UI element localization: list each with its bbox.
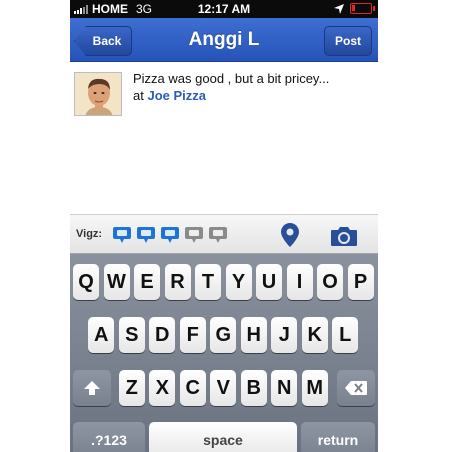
numbers-key[interactable]: .?123 (73, 422, 145, 452)
shift-arrow-icon (84, 381, 100, 395)
place-link[interactable]: Joe Pizza (147, 88, 206, 103)
post-message[interactable]: Pizza was good , but a bit pricey... at … (133, 70, 373, 104)
key-p[interactable]: P (347, 264, 374, 300)
key-x[interactable]: X (149, 370, 176, 406)
location-arrow-icon (334, 3, 344, 14)
key-f[interactable]: F (179, 317, 206, 353)
key-j[interactable]: J (271, 317, 298, 353)
user-photo-icon (75, 73, 121, 115)
key-w[interactable]: W (103, 264, 130, 300)
key-d[interactable]: D (149, 317, 176, 353)
at-label: at (133, 88, 144, 103)
keyboard: Q W E R T Y U I O P A S D F G H J K L Z X C V B N M .?123 space retu… (70, 254, 378, 452)
key-v[interactable]: V (210, 370, 237, 406)
rating-bubble-filled-icon[interactable] (160, 226, 180, 244)
status-bar: HOME 3G 12:17 AM (70, 0, 378, 18)
backspace-key[interactable] (337, 370, 375, 406)
status-time: 12:17 AM (197, 2, 251, 16)
avatar (74, 72, 122, 116)
accessory-toolbar: Vigz: (70, 214, 378, 254)
rating-bubble-filled-icon[interactable] (136, 226, 156, 244)
key-q[interactable]: Q (73, 264, 99, 300)
key-i[interactable]: I (286, 264, 313, 300)
key-k[interactable]: K (301, 317, 328, 353)
camera-icon[interactable] (330, 225, 358, 247)
vigz-label: Vigz: (76, 228, 103, 240)
key-u[interactable]: U (256, 264, 282, 300)
key-s[interactable]: S (118, 317, 145, 353)
phone-screen: HOME 3G 12:17 AM Back Anggi L Post Pizza… (70, 0, 378, 452)
shift-key[interactable] (73, 370, 111, 406)
post-button[interactable]: Post (324, 26, 372, 56)
rating-bubble-filled-icon[interactable] (112, 226, 132, 244)
key-c[interactable]: C (179, 370, 206, 406)
key-r[interactable]: R (164, 264, 191, 300)
map-pin-icon[interactable] (281, 223, 299, 247)
navigation-bar: Back Anggi L Post (70, 18, 378, 62)
battery-icon (350, 3, 375, 14)
rating-bubble-empty-icon[interactable] (208, 226, 228, 244)
post-text: Pizza was good , but a bit pricey... (133, 71, 330, 86)
return-key[interactable]: return (301, 422, 375, 452)
key-z[interactable]: Z (118, 370, 145, 406)
key-o[interactable]: O (317, 264, 343, 300)
key-l[interactable]: L (332, 317, 359, 353)
key-n[interactable]: N (271, 370, 298, 406)
key-a[interactable]: A (88, 317, 115, 353)
key-m[interactable]: M (301, 370, 328, 406)
key-e[interactable]: E (134, 264, 160, 300)
key-h[interactable]: H (240, 317, 267, 353)
backspace-icon (345, 381, 367, 395)
post-location: at Joe Pizza (133, 87, 373, 104)
key-b[interactable]: B (240, 370, 267, 406)
rating-bubble-empty-icon[interactable] (184, 226, 204, 244)
key-g[interactable]: G (210, 317, 237, 353)
key-y[interactable]: Y (225, 264, 252, 300)
key-t[interactable]: T (195, 264, 221, 300)
status-right (334, 3, 375, 14)
space-key[interactable]: space (149, 422, 297, 452)
